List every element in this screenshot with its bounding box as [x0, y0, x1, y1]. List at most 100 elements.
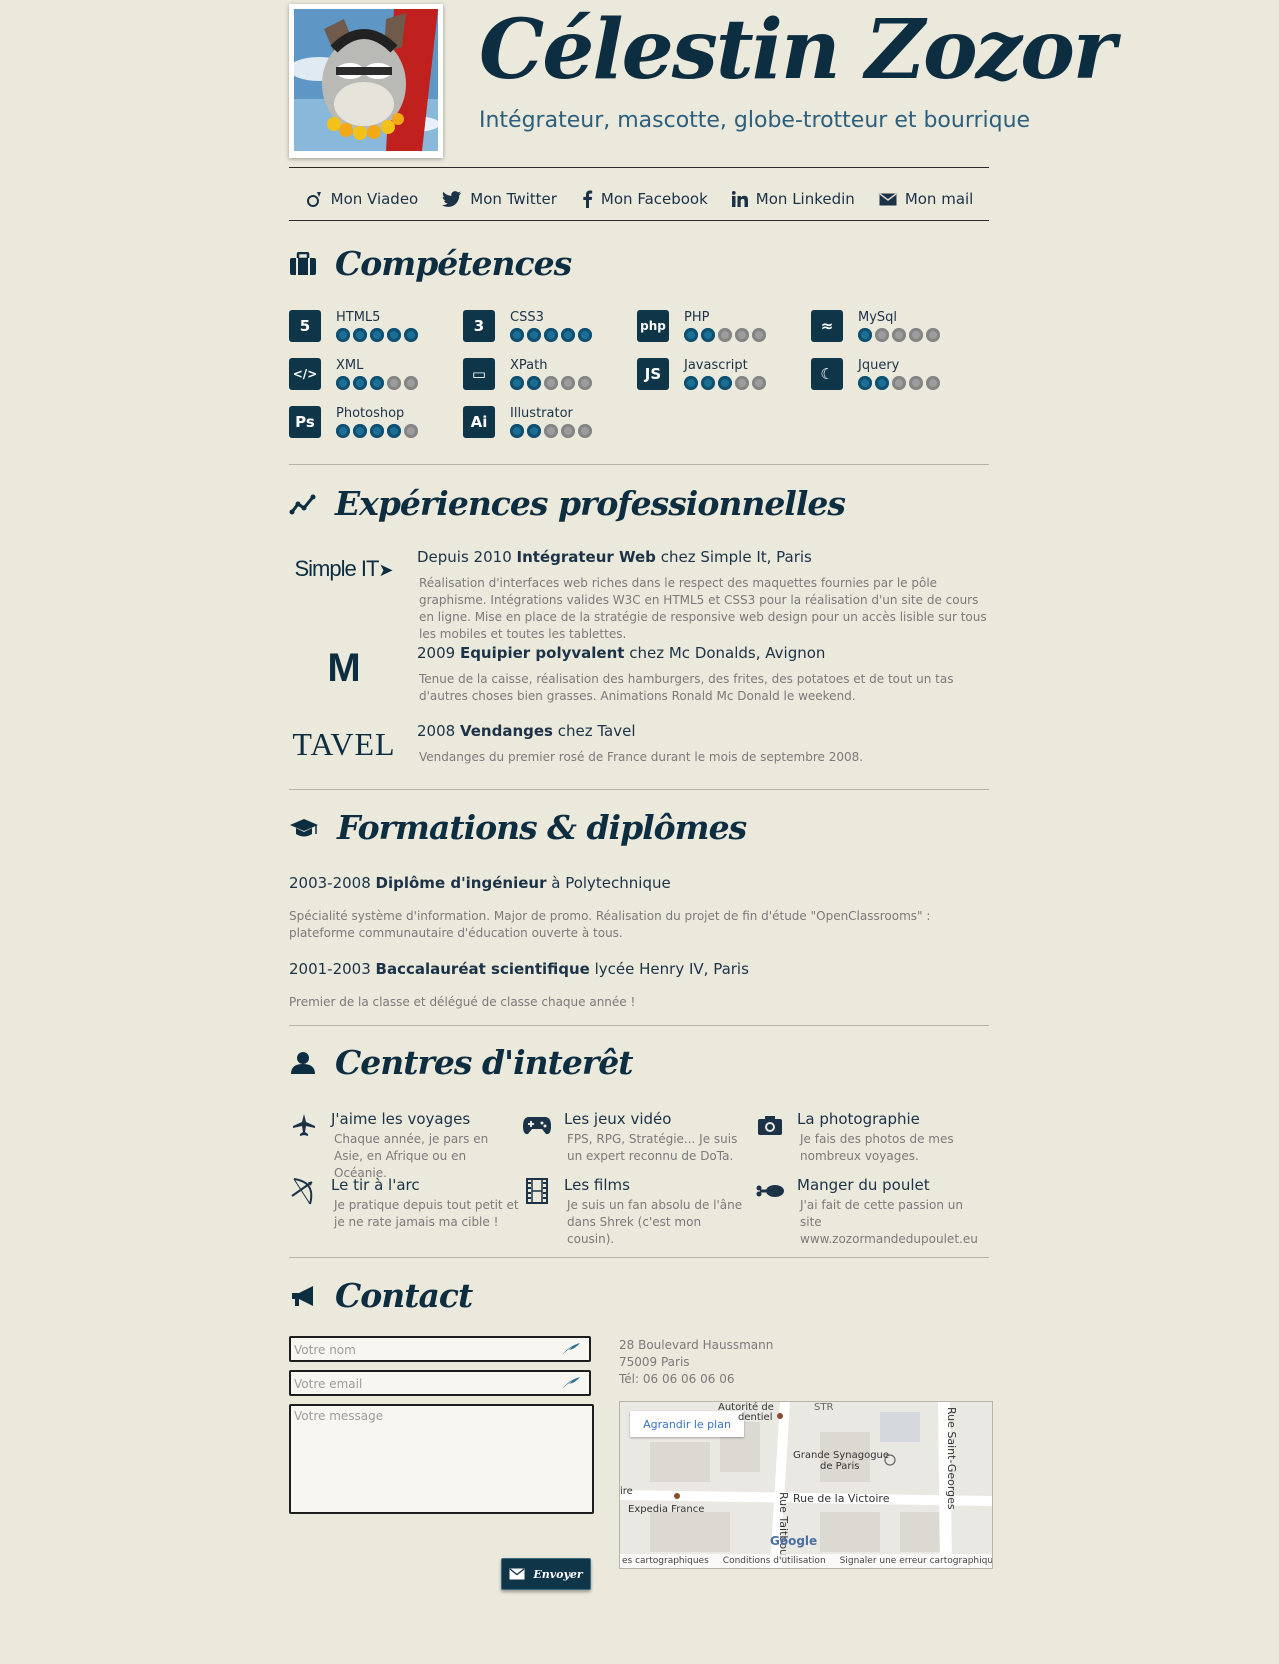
rating-dot [875, 328, 889, 342]
rating-dot [892, 328, 906, 342]
rating-dot [336, 376, 350, 390]
nav-link-twitter[interactable]: Mon Twitter [442, 190, 557, 208]
interest-title: J'aime les voyages [331, 1110, 471, 1128]
rating-dot [510, 424, 524, 438]
rating-dot [718, 328, 732, 342]
tavel-logo: TAVEL [292, 726, 396, 762]
rating-dot [858, 328, 872, 342]
skill-item: </> XML [289, 358, 459, 392]
nav-top-divider [289, 167, 989, 168]
mail-icon [879, 192, 897, 205]
formation-heading: 2003-2008 Diplôme d'ingénieur à Polytech… [289, 874, 671, 892]
map-enlarge-button[interactable]: Agrandir le plan [630, 1411, 744, 1437]
interest-item: Les jeux vidéo FPS, RPG, Stratégie... Je… [522, 1110, 742, 1170]
interest-description: FPS, RPG, Stratégie... Je suis un expert… [567, 1132, 738, 1163]
map-footer: es cartographiques Conditions d'utilisat… [620, 1554, 992, 1568]
zozor-avatar-illustration [294, 9, 438, 151]
simpleit-logo: Simple IT➤ [294, 556, 394, 581]
message-textarea[interactable]: Votre message [289, 1404, 594, 1514]
rating-dot [578, 376, 592, 390]
map-footer-link[interactable]: Conditions d'utilisation [723, 1556, 826, 1566]
experience-item: Simple IT➤ Depuis 2010 Intégrateur Web c… [289, 548, 989, 641]
map-label: de Paris [820, 1461, 860, 1472]
skill-rating [858, 328, 940, 342]
skill-item: JS Javascript [637, 358, 807, 392]
rating-dot [527, 328, 541, 342]
skill-item: ▭ XPath [463, 358, 633, 392]
skill-label: HTML5 [336, 310, 381, 325]
nav-label: Mon Linkedin [755, 190, 855, 208]
section-divider [289, 464, 989, 465]
skills-title: Compétences [335, 244, 572, 283]
rating-dot [510, 328, 524, 342]
linkedin-icon [731, 191, 748, 207]
email-input[interactable]: Votre email [289, 1370, 591, 1396]
rating-dot [909, 328, 923, 342]
twitter-icon [442, 190, 462, 207]
viadeo-icon [306, 192, 321, 207]
nav-link-viadeo[interactable]: Mon Viadeo [305, 190, 418, 208]
section-divider [289, 1257, 989, 1258]
page-title: Célestin Zozor [479, 2, 1116, 98]
name-placeholder: Votre nom [294, 1343, 356, 1357]
send-button[interactable]: Envoyer [501, 1558, 591, 1590]
chart-line-icon [289, 494, 316, 514]
php-icon: php [637, 310, 669, 342]
map-label: Grande Synagogue [793, 1450, 890, 1461]
nav-link-facebook[interactable]: Mon Facebook [581, 190, 708, 208]
rating-dot [370, 424, 384, 438]
map-footer-link[interactable]: es cartographiques [622, 1556, 709, 1566]
skill-rating [510, 376, 592, 390]
interest-item: Le tir à l'arc Je pratique depuis tout p… [289, 1176, 519, 1236]
rating-dot [909, 376, 923, 390]
skill-rating [336, 424, 418, 438]
chicken-leg-icon [755, 1176, 785, 1206]
jquery-icon: ☾ [811, 358, 843, 390]
interests-section-header: Centres d'interêt [289, 1043, 634, 1082]
rating-dot [718, 376, 732, 390]
map-footer-link[interactable]: Signaler une erreur cartographique [840, 1556, 992, 1566]
google-logo: Google [770, 1534, 818, 1548]
interest-item: Les films Je suis un fan absolu de l'âne… [522, 1176, 742, 1246]
formations-title: Formations & diplômes [337, 808, 747, 847]
nav-link-linkedin[interactable]: Mon Linkedin [731, 190, 855, 208]
map[interactable]: Agrandir le plan Autorité de dentiel STR… [619, 1401, 993, 1569]
camera-icon [755, 1110, 785, 1140]
interest-description: Chaque année, je pars en Asie, en Afriqu… [334, 1132, 489, 1180]
rating-dot [701, 328, 715, 342]
quill-icon [562, 1377, 580, 1389]
rating-dot [336, 328, 350, 342]
interest-description: J'ai fait de cette passion un site www.z… [800, 1198, 978, 1246]
skill-item: Ai Illustrator [463, 406, 633, 440]
rating-dot [926, 328, 940, 342]
skill-label: XML [336, 358, 364, 373]
rating-dot [404, 424, 418, 438]
interest-description: Je pratique depuis tout petit et je ne r… [334, 1198, 519, 1229]
html5-icon: 5 [289, 310, 321, 342]
map-label: Rue Taitbout [777, 1492, 790, 1561]
skill-rating [858, 376, 940, 390]
skills-section-header: Compétences [289, 244, 572, 283]
rating-dot [370, 328, 384, 342]
interests-title: Centres d'interêt [335, 1043, 634, 1082]
formations-section-header: Formations & diplômes [289, 808, 747, 847]
message-placeholder: Votre message [294, 1409, 384, 1423]
xpath-icon: ▭ [463, 358, 495, 390]
formation-heading: 2001-2003 Baccalauréat scientifique lycé… [289, 960, 749, 978]
skill-label: XPath [510, 358, 548, 373]
name-input[interactable]: Votre nom [289, 1336, 591, 1362]
skill-label: PHP [684, 310, 710, 325]
javascript-icon: JS [637, 358, 669, 390]
experiences-title: Expériences professionnelles [335, 484, 846, 523]
skill-item: ☾ Jquery [811, 358, 981, 392]
illustrator-icon: Ai [463, 406, 495, 438]
photoshop-icon: Ps [289, 406, 321, 438]
plane-icon [289, 1110, 319, 1140]
interest-title: La photographie [797, 1110, 920, 1128]
rating-dot [404, 376, 418, 390]
experiences-section-header: Expériences professionnelles [289, 484, 846, 523]
gamepad-icon [522, 1110, 552, 1140]
nav-bottom-divider [289, 220, 989, 221]
nav-link-mail[interactable]: Mon mail [879, 190, 973, 208]
interest-title: Les jeux vidéo [564, 1110, 672, 1128]
